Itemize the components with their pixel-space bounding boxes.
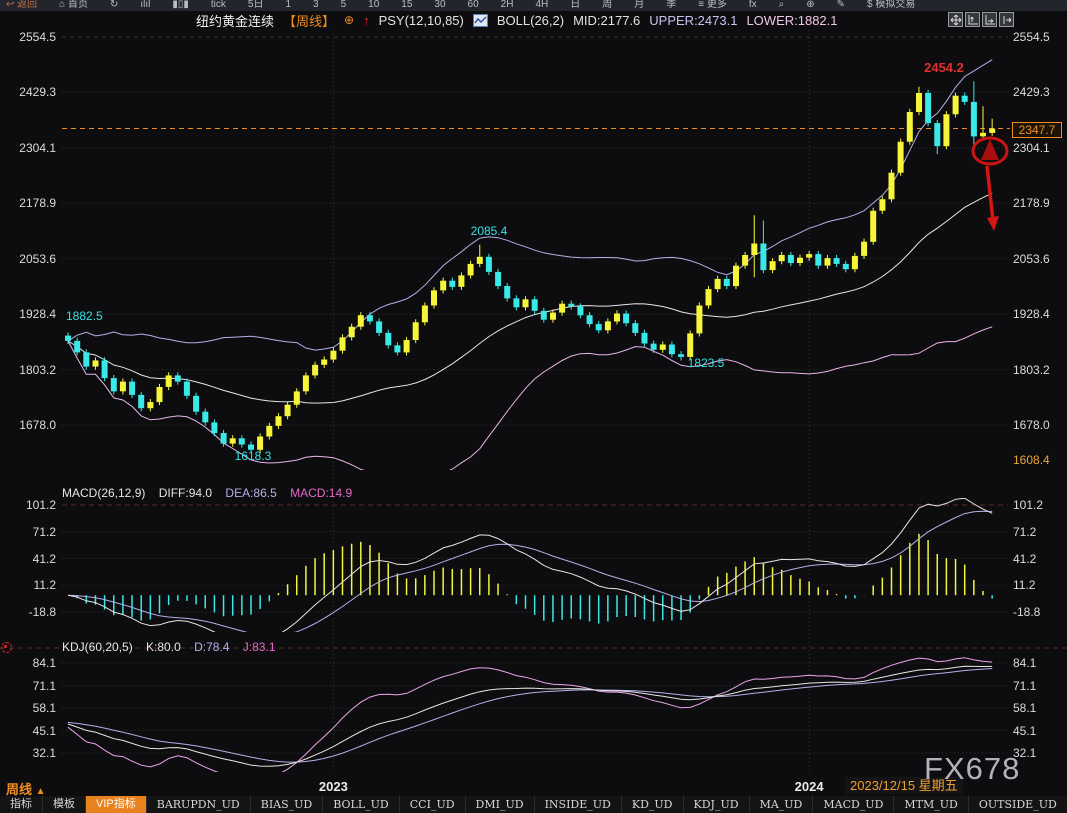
current-price-badge: 2347.7 <box>1012 122 1062 138</box>
axis-tick: 1803.2 <box>1013 363 1067 377</box>
tab-KDJ_UD[interactable]: KDJ_UD <box>684 796 750 813</box>
price-annotation: 2454.2 <box>924 60 964 75</box>
kdj-pane-header: KDJ(60,20,5) K:80.0 D:78.4 J:83.1 <box>62 640 286 654</box>
kdj-title: KDJ(60,20,5) <box>62 640 133 654</box>
axis-tick: 45.1 <box>1013 724 1067 738</box>
chart-canvas[interactable] <box>0 0 1067 813</box>
macd-hist-value: MACD:14.9 <box>290 486 352 500</box>
tab-MTM_UD[interactable]: MTM_UD <box>894 796 968 813</box>
axis-tick: 41.2 <box>0 552 56 566</box>
axis-tick: 32.1 <box>1013 746 1067 760</box>
axis-tick: 2178.9 <box>0 196 56 210</box>
price-annotation: 2085.4 <box>471 224 508 238</box>
year-label-2024: 2024 <box>795 779 824 794</box>
tab-BARUPDN_UD[interactable]: BARUPDN_UD <box>147 796 251 813</box>
tab-BIAS_UD[interactable]: BIAS_UD <box>251 796 324 813</box>
axis-tick: 2304.1 <box>0 141 56 155</box>
axis-tick: 1678.0 <box>0 418 56 432</box>
axis-tick: 84.1 <box>1013 656 1067 670</box>
axis-tick: 1803.2 <box>0 363 56 377</box>
axis-tick: 71.2 <box>0 525 56 539</box>
kdj-j-value: J:83.1 <box>243 640 276 654</box>
axis-tick: 1608.4 <box>1013 453 1067 467</box>
axis-tick: 11.2 <box>0 578 56 592</box>
axis-tick: -18.8 <box>0 605 56 619</box>
record-dot-icon <box>1 642 12 653</box>
axis-tick: 2429.3 <box>1013 85 1067 99</box>
axis-tick: 84.1 <box>0 656 56 670</box>
tab-CCI_UD[interactable]: CCI_UD <box>400 796 466 813</box>
macd-diff-value: DIFF:94.0 <box>159 486 212 500</box>
macd-pane-header: MACD(26,12,9) DIFF:94.0 DEA:86.5 MACD:14… <box>62 486 362 500</box>
tab-OUTSIDE_UD[interactable]: OUTSIDE_UD <box>969 796 1067 813</box>
axis-tick: 2053.6 <box>1013 252 1067 266</box>
tab-BOLL_UD[interactable]: BOLL_UD <box>323 796 400 813</box>
kdj-k-value: K:80.0 <box>146 640 181 654</box>
axis-tick: 2429.3 <box>0 85 56 99</box>
axis-tick: 2554.5 <box>1013 30 1067 44</box>
axis-tick: 1928.4 <box>1013 307 1067 321</box>
axis-tick: 45.1 <box>0 724 56 738</box>
tab-MACD_UD[interactable]: MACD_UD <box>813 796 894 813</box>
macd-title: MACD(26,12,9) <box>62 486 145 500</box>
indicator-tab-bar: 指标模板VIP指标BARUPDN_UDBIAS_UDBOLL_UDCCI_UDD… <box>0 796 1067 813</box>
axis-tick: 11.2 <box>1013 578 1067 592</box>
tab-模板[interactable]: 模板 <box>43 796 86 813</box>
macd-dea-value: DEA:86.5 <box>225 486 276 500</box>
axis-tick: -18.8 <box>1013 605 1067 619</box>
axis-tick: 2554.5 <box>0 30 56 44</box>
axis-tick: 58.1 <box>1013 701 1067 715</box>
tab-KD_UD[interactable]: KD_UD <box>622 796 684 813</box>
trading-app: ↩ 返回⌂ 首页↻ ılıl ▮▯▮ tick5日135101530602H4H… <box>0 0 1067 813</box>
axis-tick: 71.2 <box>1013 525 1067 539</box>
tab-指标[interactable]: 指标 <box>0 796 43 813</box>
price-annotation: 1882.5 <box>66 309 103 323</box>
axis-tick: 2178.9 <box>1013 196 1067 210</box>
tab-MA_UD[interactable]: MA_UD <box>750 796 814 813</box>
axis-tick: 41.2 <box>1013 552 1067 566</box>
axis-tick: 101.2 <box>0 498 56 512</box>
kdj-d-value: D:78.4 <box>194 640 229 654</box>
tab-INSIDE_UD[interactable]: INSIDE_UD <box>535 796 622 813</box>
axis-tick: 101.2 <box>1013 498 1067 512</box>
axis-tick: 58.1 <box>0 701 56 715</box>
axis-tick: 2304.1 <box>1013 141 1067 155</box>
fx678-watermark: FX678 <box>924 751 1020 787</box>
price-annotation: 1823.5 <box>688 356 725 370</box>
tab-DMI_UD[interactable]: DMI_UD <box>466 796 535 813</box>
year-label-2023: 2023 <box>319 779 348 794</box>
axis-tick: 71.1 <box>0 679 56 693</box>
tab-VIP指标[interactable]: VIP指标 <box>86 796 147 813</box>
price-annotation: 1618.3 <box>235 449 272 463</box>
axis-tick: 2053.6 <box>0 252 56 266</box>
axis-tick: 71.1 <box>1013 679 1067 693</box>
axis-tick: 1928.4 <box>0 307 56 321</box>
axis-tick: 32.1 <box>0 746 56 760</box>
axis-tick: 1678.0 <box>1013 418 1067 432</box>
